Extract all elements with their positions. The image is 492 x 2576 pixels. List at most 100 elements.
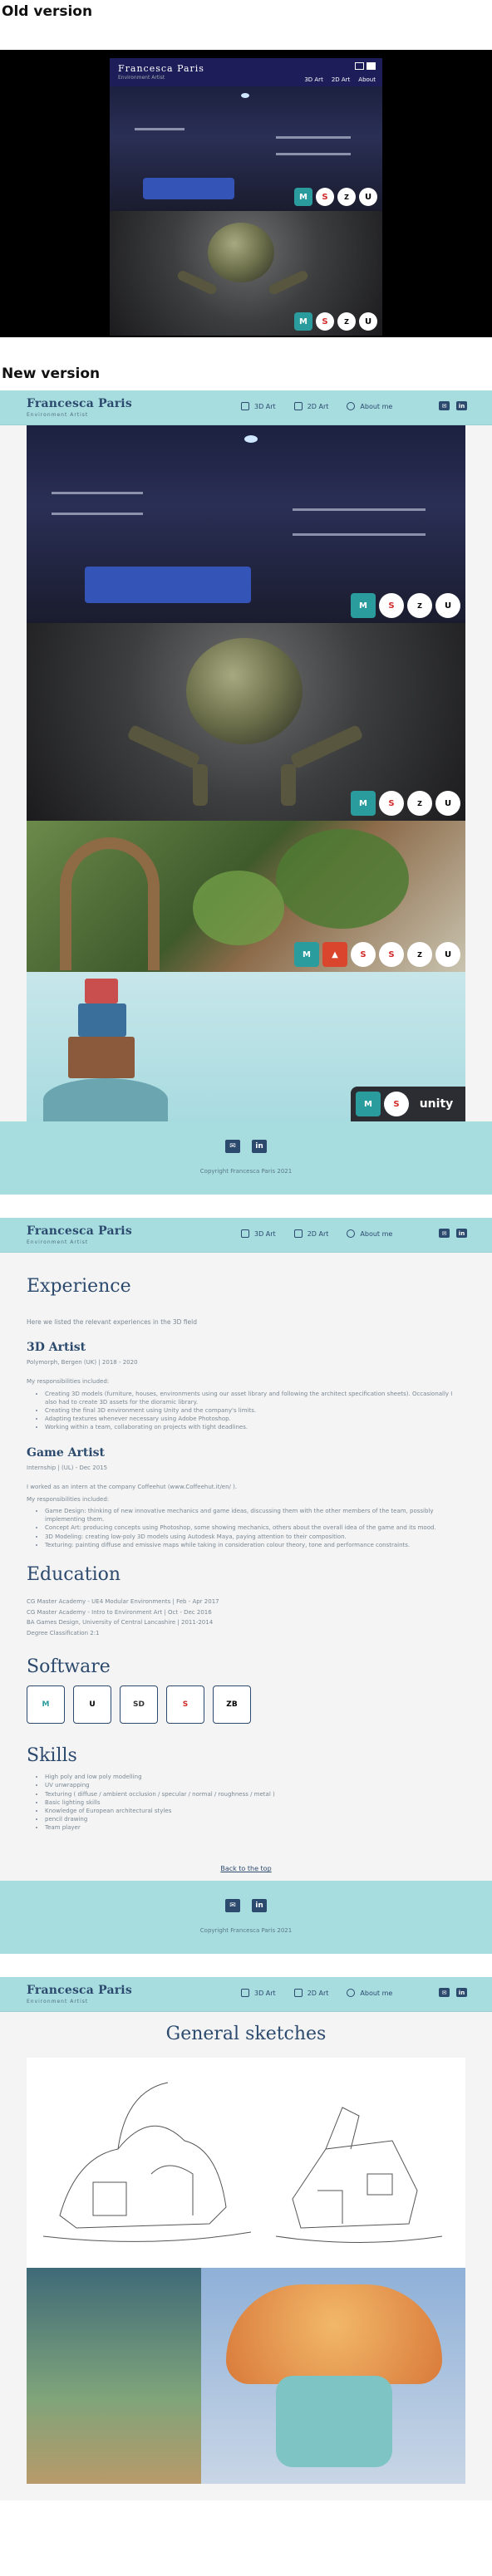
image-icon bbox=[293, 1229, 303, 1238]
old-tool-badges: M S Z U bbox=[294, 188, 377, 206]
robot-body bbox=[186, 638, 303, 744]
bedroom-render[interactable]: M S Z U bbox=[27, 425, 465, 623]
section-gap bbox=[0, 1954, 492, 1978]
mail-icon[interactable]: ✉ bbox=[225, 1140, 240, 1153]
ruins-render[interactable]: M ▲ S S Z U bbox=[27, 821, 465, 972]
mushroom-house-painting bbox=[201, 2268, 465, 2485]
list-item: Concept Art: producing concepts using Ph… bbox=[45, 1524, 465, 1532]
zbrush-icon: Z bbox=[337, 312, 356, 331]
lamp-light bbox=[241, 93, 249, 98]
sketches-page: Francesca Paris Environment Artist 3D Ar… bbox=[0, 1977, 492, 2501]
job-intro: I worked as an intern at the company Cof… bbox=[27, 1484, 238, 1491]
footer: ✉ in Copyright Francesca Paris 2021 bbox=[0, 1121, 492, 1195]
old-robot-render[interactable]: M S Z U bbox=[110, 211, 382, 336]
linkedin-icon[interactable] bbox=[367, 62, 376, 70]
mail-icon[interactable]: ✉ bbox=[439, 1988, 450, 1998]
robot-leg bbox=[193, 764, 208, 806]
mushroom-stem bbox=[276, 2376, 392, 2468]
old-nav-about[interactable]: About bbox=[358, 76, 376, 83]
old-site-frame: Francesca Paris Environment Artist 3D Ar… bbox=[110, 58, 382, 336]
social-links: ✉ in bbox=[439, 401, 467, 410]
old-brand[interactable]: Francesca Paris bbox=[118, 63, 204, 74]
foliage bbox=[193, 871, 284, 945]
back-to-top-link[interactable]: Back to the top bbox=[27, 1865, 465, 1872]
mail-icon[interactable]: ✉ bbox=[225, 1899, 240, 1913]
linkedin-icon[interactable]: in bbox=[456, 1229, 467, 1238]
education-item: BA Games Design, University of Central L… bbox=[27, 1619, 214, 1627]
top-navbar: Francesca Paris Environment Artist 3D Ar… bbox=[0, 1218, 492, 1253]
job-intro: My responsibilities included: bbox=[27, 1495, 110, 1503]
nav-about[interactable]: About me bbox=[347, 1229, 392, 1238]
nav-3d-art[interactable]: 3D Art bbox=[241, 1229, 276, 1238]
old-brand-sub: Environment Artist bbox=[118, 75, 165, 81]
pencil-sketches[interactable] bbox=[27, 2058, 465, 2269]
shelf bbox=[135, 128, 184, 130]
nav-about[interactable]: About me bbox=[347, 402, 392, 410]
nav-2d-art[interactable]: 2D Art bbox=[293, 1989, 328, 1998]
skills-heading: Skills bbox=[27, 1745, 77, 1767]
job-title-3d-artist: 3D Artist bbox=[27, 1341, 86, 1354]
education-item: CG Master Academy - UE4 Modular Environm… bbox=[27, 1597, 219, 1605]
tool-badges: M S Z U bbox=[351, 791, 460, 816]
substance-icon: S bbox=[384, 1092, 409, 1116]
image-icon bbox=[293, 1989, 303, 1998]
linkedin-icon[interactable]: in bbox=[252, 1140, 267, 1153]
sketches-heading: General sketches bbox=[165, 2024, 327, 2045]
zbrush-icon: Z bbox=[407, 593, 432, 618]
footer: ✉ in Copyright Francesca Paris 2021 bbox=[0, 1881, 492, 1955]
robot-render[interactable]: M S Z U bbox=[27, 623, 465, 821]
new-version-label: New version bbox=[2, 366, 101, 382]
painted-sketches[interactable] bbox=[27, 2268, 465, 2485]
nav-2d-art[interactable]: 2D Art bbox=[293, 402, 328, 410]
substance-icon: S bbox=[351, 942, 376, 967]
nav-3d-art[interactable]: 3D Art bbox=[241, 1989, 276, 1998]
gallery: M S Z U M S Z U M ▲ S S Z U M S unity bbox=[27, 425, 465, 1121]
job2-responsibilities: Game Design: thinking of new innovative … bbox=[45, 1507, 465, 1549]
list-item: Working within a team, collaborating on … bbox=[45, 1423, 465, 1431]
substance-designer-icon: SD bbox=[120, 1685, 158, 1725]
nav-2d-art[interactable]: 2D Art bbox=[293, 1229, 328, 1238]
old-bedroom-render[interactable]: M S Z U bbox=[110, 86, 382, 211]
unreal-icon: U bbox=[435, 942, 460, 967]
nav-about[interactable]: About me bbox=[347, 1989, 392, 1998]
nav-3d-art[interactable]: 3D Art bbox=[241, 402, 276, 410]
main-nav: 3D Art 2D Art About me bbox=[241, 1989, 392, 1998]
linkedin-icon[interactable]: in bbox=[456, 401, 467, 410]
nav-about-label: About me bbox=[360, 1229, 393, 1238]
education-item: Degree Classification 2:1 bbox=[27, 1629, 100, 1636]
robot-leg bbox=[126, 724, 201, 770]
linkedin-icon[interactable]: in bbox=[252, 1899, 267, 1913]
unreal-icon: U bbox=[359, 188, 377, 206]
social-links: ✉ in bbox=[439, 1988, 467, 1998]
mail-icon[interactable]: ✉ bbox=[439, 401, 450, 410]
image-icon bbox=[293, 402, 303, 410]
substance-icon: S bbox=[316, 188, 334, 206]
linkedin-icon[interactable]: in bbox=[456, 1988, 467, 1998]
tower-block bbox=[85, 979, 118, 1003]
site-brand[interactable]: Francesca Paris bbox=[27, 1224, 132, 1238]
main-nav: 3D Art 2D Art About me bbox=[241, 402, 392, 410]
autodesk-icon: ▲ bbox=[322, 942, 347, 967]
tower-render[interactable]: M S unity bbox=[27, 972, 465, 1121]
site-brand[interactable]: Francesca Paris bbox=[27, 1984, 132, 1997]
about-page: Francesca Paris Environment Artist 3D Ar… bbox=[0, 1218, 492, 1955]
unreal-icon: U bbox=[435, 593, 460, 618]
foliage bbox=[276, 829, 409, 929]
robot-leg bbox=[281, 764, 296, 806]
maya-icon: M bbox=[351, 593, 376, 618]
mail-icon[interactable]: ✉ bbox=[439, 1229, 450, 1238]
maya-icon: M bbox=[356, 1092, 381, 1116]
old-nav-3d[interactable]: 3D Art bbox=[304, 76, 322, 83]
list-item: 3D Modeling: creating low-poly 3D models… bbox=[45, 1533, 465, 1541]
old-nav-2d[interactable]: 2D Art bbox=[332, 76, 350, 83]
education-list: CG Master Academy - UE4 Modular Environm… bbox=[27, 1597, 465, 1638]
zbrush-icon: Z bbox=[407, 942, 432, 967]
zbrush-icon: ZB bbox=[213, 1685, 251, 1725]
tower-block bbox=[78, 1003, 126, 1037]
bed bbox=[143, 178, 234, 199]
robot-leg bbox=[267, 268, 310, 297]
site-brand[interactable]: Francesca Paris bbox=[27, 397, 132, 410]
site-brand-sub: Environment Artist bbox=[27, 1239, 89, 1245]
old-header: Francesca Paris Environment Artist 3D Ar… bbox=[110, 58, 382, 86]
mail-icon[interactable] bbox=[355, 62, 364, 70]
